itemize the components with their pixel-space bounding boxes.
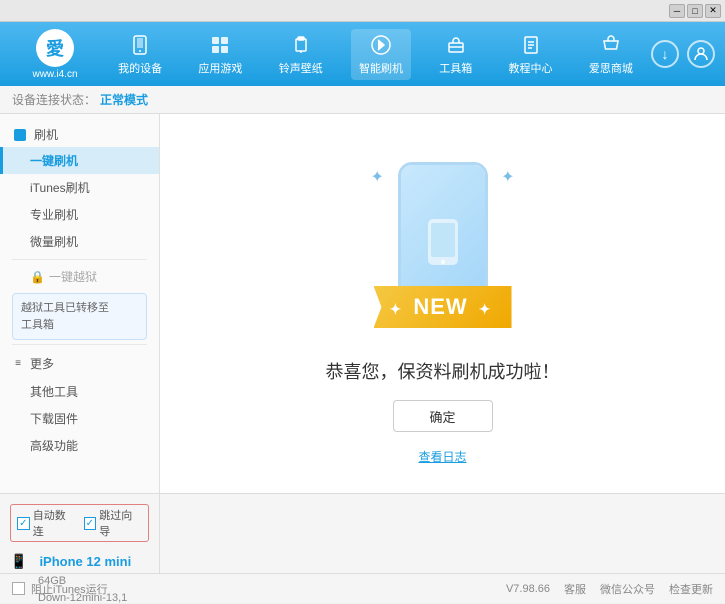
sparkle-left: ✦ xyxy=(371,167,384,187)
phone-icon xyxy=(128,33,152,57)
toolbox-icon xyxy=(444,33,468,57)
confirm-button[interactable]: 确定 xyxy=(393,400,493,432)
nav-ringtones[interactable]: 铃声壁纸 xyxy=(271,29,331,80)
nav-smart-flash[interactable]: 智能刷机 xyxy=(351,29,411,80)
sidebar-divider-1 xyxy=(12,259,147,260)
sidebar-item-advanced[interactable]: 高级功能 xyxy=(0,432,159,459)
nav-store[interactable]: 爱思商城 xyxy=(581,29,641,80)
logo-area: 愛 www.i4.cn xyxy=(10,29,100,80)
sidebar-item-download-firmware[interactable]: 下载固件 xyxy=(0,405,159,432)
skip-wizard-checkbox-box[interactable] xyxy=(84,517,97,530)
itunes-checkbox[interactable] xyxy=(12,582,25,595)
footer-link-wechat[interactable]: 微信公众号 xyxy=(600,581,655,597)
flash-section-icon xyxy=(12,127,28,143)
auto-start-checkbox[interactable]: 自动数连 xyxy=(17,507,76,539)
sidebar-section-jailbreak: 🔒 一键越狱 xyxy=(0,264,159,289)
sidebar-divider-2 xyxy=(12,344,147,345)
main-layout: 刷机 一键刷机 iTunes刷机 专业刷机 微量刷机 🔒 一键越狱 越狱工具已转… xyxy=(0,114,725,493)
footer-left: 阻止iTunes运行 xyxy=(12,581,108,597)
status-bar: 设备连接状态： 正常模式 xyxy=(0,86,725,114)
nav-smart-flash-label: 智能刷机 xyxy=(359,60,403,76)
phone-illustration: ✦ ✦ NEW xyxy=(353,142,533,342)
nav-apps-games[interactable]: 应用游戏 xyxy=(190,29,250,80)
sidebar-item-pro-flash[interactable]: 专业刷机 xyxy=(0,201,159,228)
download-btn[interactable]: ↓ xyxy=(651,40,679,68)
status-value: 正常模式 xyxy=(100,91,148,108)
footer-link-update[interactable]: 检查更新 xyxy=(669,581,713,597)
success-text: 恭喜您，保资料刷机成功啦！ xyxy=(326,358,560,384)
sparkle-right: ✦ xyxy=(501,167,514,187)
nav-ringtones-label: 铃声壁纸 xyxy=(279,60,323,76)
new-banner: NEW xyxy=(373,286,511,328)
apps-icon xyxy=(208,33,232,57)
sidebar-item-save-data-flash[interactable]: 微量刷机 xyxy=(0,228,159,255)
bottom-right xyxy=(160,494,725,573)
nav-tutorials-label: 教程中心 xyxy=(509,60,553,76)
header-right: ↓ xyxy=(651,40,715,68)
sidebar-section-flash[interactable]: 刷机 xyxy=(0,122,159,147)
nav-toolbox-label: 工具箱 xyxy=(439,60,472,76)
user-btn[interactable] xyxy=(687,40,715,68)
nav-items: 我的设备 应用游戏 铃声壁纸 智能刷机 工具箱 xyxy=(100,29,651,80)
content-inner: ✦ ✦ NEW 恭喜您，保资 xyxy=(326,142,560,465)
maximize-btn[interactable]: □ xyxy=(687,4,703,18)
smart-flash-icon xyxy=(369,33,393,57)
sidebar-item-one-click-flash[interactable]: 一键刷机 xyxy=(0,147,159,174)
again-link[interactable]: 查看日志 xyxy=(418,448,466,465)
nav-toolbox[interactable]: 工具箱 xyxy=(431,29,480,80)
version-text: V7.98.66 xyxy=(506,583,550,595)
close-btn[interactable]: ✕ xyxy=(705,4,721,18)
itunes-label: 阻止iTunes运行 xyxy=(31,581,108,597)
device-phone-icon: 📱 xyxy=(10,553,27,570)
device-name: iPhone 12 mini xyxy=(39,554,131,569)
bottom-section: 自动数连 跳过向导 📱 iPhone 12 mini 64GB Down-12m… xyxy=(0,493,725,573)
store-icon xyxy=(599,33,623,57)
lock-icon: 🔒 xyxy=(30,270,45,284)
tutorials-icon xyxy=(519,33,543,57)
skip-wizard-checkbox[interactable]: 跳过向导 xyxy=(84,507,143,539)
sidebar-info-box: 越狱工具已转移至 工具箱 xyxy=(12,293,147,340)
flash-section-label: 刷机 xyxy=(34,126,58,143)
auto-start-checkbox-box[interactable] xyxy=(17,517,30,530)
header: 愛 www.i4.cn 我的设备 应用游戏 铃声壁纸 xyxy=(0,22,725,86)
footer-link-support[interactable]: 客服 xyxy=(564,581,586,597)
sidebar-item-other-tools[interactable]: 其他工具 xyxy=(0,378,159,405)
nav-store-label: 爱思商城 xyxy=(589,60,633,76)
nav-apps-label: 应用游戏 xyxy=(198,60,242,76)
nav-tutorials[interactable]: 教程中心 xyxy=(501,29,561,80)
nav-my-device-label: 我的设备 xyxy=(118,60,162,76)
sidebar: 刷机 一键刷机 iTunes刷机 专业刷机 微量刷机 🔒 一键越狱 越狱工具已转… xyxy=(0,114,160,493)
content-area: ✦ ✦ NEW 恭喜您，保资 xyxy=(160,114,725,493)
logo-text: www.i4.cn xyxy=(32,69,77,80)
status-label: 设备连接状态： xyxy=(12,91,96,108)
footer-right: V7.98.66 客服 微信公众号 检查更新 xyxy=(506,581,713,597)
title-bar: ─ □ ✕ xyxy=(0,0,725,22)
sidebar-item-itunes-flash[interactable]: iTunes刷机 xyxy=(0,174,159,201)
sidebar-section-more[interactable]: ≡ 更多 xyxy=(0,349,159,378)
minimize-btn[interactable]: ─ xyxy=(669,4,685,18)
nav-my-device[interactable]: 我的设备 xyxy=(110,29,170,80)
ringtone-icon xyxy=(289,33,313,57)
more-section-icon: ≡ xyxy=(12,358,24,370)
logo-icon: 愛 xyxy=(36,29,74,67)
bottom-left: 自动数连 跳过向导 📱 iPhone 12 mini 64GB Down-12m… xyxy=(0,494,160,573)
